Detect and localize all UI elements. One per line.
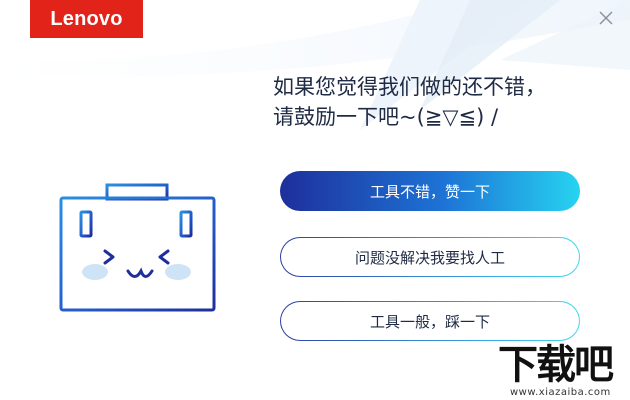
- site-watermark: 下载吧 www.xiazaiba.com: [494, 342, 630, 400]
- contact-support-button[interactable]: 问题没解决我要找人工: [280, 237, 580, 277]
- good-rating-button[interactable]: 工具不错，赞一下: [280, 171, 580, 211]
- feedback-window: Lenovo 如果您觉得我们做的还不错， 请鼓励一下吧~(≧▽≦) / 工具不错…: [0, 0, 630, 400]
- average-rating-button[interactable]: 工具一般，踩一下: [280, 301, 580, 341]
- close-button[interactable]: [593, 5, 619, 31]
- message-line-1: 如果您觉得我们做的还不错，: [273, 75, 546, 99]
- watermark-logo-text: 下载吧: [498, 342, 614, 388]
- message-line-2: 请鼓励一下吧~(≧▽≦) /: [273, 105, 499, 129]
- close-icon: [599, 11, 613, 25]
- lenovo-logo: Lenovo: [30, 0, 143, 38]
- watermark-url: www.xiazaiba.com: [510, 387, 611, 398]
- feedback-message: 如果您觉得我们做的还不错， 请鼓励一下吧~(≧▽≦) /: [273, 72, 546, 132]
- smiling-toolbox-icon: [59, 183, 216, 312]
